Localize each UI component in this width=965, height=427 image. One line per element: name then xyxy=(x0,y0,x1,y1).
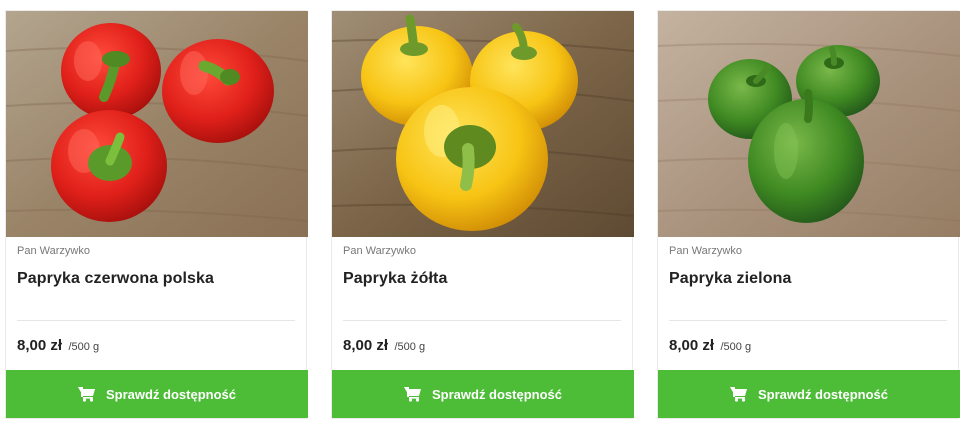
price-row: 8,00 zł /500 g xyxy=(17,337,99,355)
cart-icon xyxy=(403,386,422,402)
check-availability-button[interactable]: Sprawdź dostępność xyxy=(658,370,960,418)
cart-icon xyxy=(729,386,748,402)
product-card[interactable]: Pan Warzywko Papryka żółta 8,00 zł /500 … xyxy=(331,10,634,419)
price-row: 8,00 zł /500 g xyxy=(343,337,425,355)
price-unit: /500 g xyxy=(720,341,752,353)
check-availability-label: Sprawdź dostępność xyxy=(757,386,889,402)
product-title[interactable]: Papryka zielona xyxy=(669,270,791,288)
vendor-name: Pan Warzywko xyxy=(669,245,742,257)
divider xyxy=(17,320,295,321)
product-price: 8,00 zł xyxy=(669,337,715,354)
price-unit: /500 g xyxy=(394,341,426,353)
product-image-red-peppers[interactable] xyxy=(6,11,308,237)
vendor-name: Pan Warzywko xyxy=(343,245,416,257)
product-price: 8,00 zł xyxy=(17,337,63,354)
price-unit: /500 g xyxy=(68,341,100,353)
check-availability-button[interactable]: Sprawdź dostępność xyxy=(6,370,308,418)
check-availability-label: Sprawdź dostępność xyxy=(105,386,237,402)
product-image-green-peppers[interactable] xyxy=(658,11,960,237)
divider xyxy=(669,320,947,321)
product-price: 8,00 zł xyxy=(343,337,389,354)
product-card[interactable]: Pan Warzywko Papryka zielona 8,00 zł /50… xyxy=(657,10,960,419)
product-card[interactable]: Pan Warzywko Papryka czerwona polska 8,0… xyxy=(5,10,308,419)
product-image-yellow-peppers[interactable] xyxy=(332,11,634,237)
check-availability-button[interactable]: Sprawdź dostępność xyxy=(332,370,634,418)
check-availability-label: Sprawdź dostępność xyxy=(431,386,563,402)
divider xyxy=(343,320,621,321)
price-row: 8,00 zł /500 g xyxy=(669,337,751,355)
vendor-name: Pan Warzywko xyxy=(17,245,90,257)
product-title[interactable]: Papryka żółta xyxy=(343,270,447,288)
cart-icon xyxy=(77,386,96,402)
product-title[interactable]: Papryka czerwona polska xyxy=(17,270,214,288)
